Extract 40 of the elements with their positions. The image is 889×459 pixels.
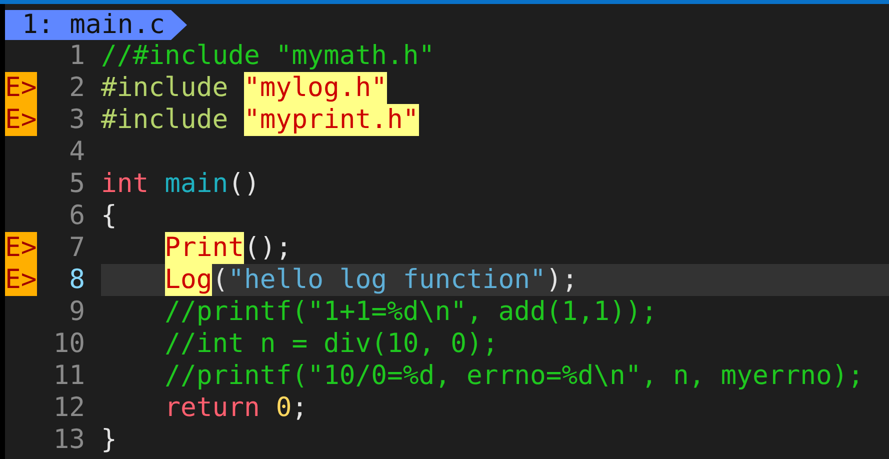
code-text: ( bbox=[212, 264, 228, 296]
preprocessor-directive: #include bbox=[101, 104, 230, 136]
error-highlight: "myprint.h" bbox=[244, 104, 419, 136]
line-number: 1 bbox=[68, 40, 85, 72]
code-keyword: int bbox=[101, 168, 150, 200]
code-text: ); bbox=[546, 264, 578, 296]
line-number: 4 bbox=[68, 136, 85, 168]
code-comment: //#include "mymath.h" bbox=[101, 40, 435, 72]
code-comment: //printf("1+1=%d\n", add(1,1)); bbox=[164, 296, 658, 328]
code-comment: //printf("10/0=%d, errno=%d\n", n, myerrno); bbox=[164, 360, 864, 392]
code-text: (); bbox=[244, 232, 292, 264]
error-sign: E> bbox=[5, 232, 37, 264]
code-text: } bbox=[101, 424, 117, 456]
line-number: 11 bbox=[52, 360, 85, 392]
code-text: ; bbox=[292, 392, 308, 424]
error-sign: E> bbox=[5, 264, 37, 296]
line-number: 7 bbox=[68, 232, 85, 264]
error-sign: E> bbox=[5, 72, 37, 104]
line-number: 8 bbox=[68, 264, 85, 296]
code-keyword: return bbox=[164, 392, 261, 424]
preprocessor-directive: #include bbox=[101, 72, 230, 104]
error-highlight: Print bbox=[164, 232, 244, 264]
code-text: () bbox=[228, 168, 260, 200]
error-sign: E> bbox=[5, 104, 37, 136]
code-text: { bbox=[101, 200, 117, 232]
buffer-tab[interactable]: 1: main.c bbox=[5, 10, 187, 40]
function-name: main bbox=[164, 168, 228, 200]
line-number: 5 bbox=[68, 168, 85, 200]
error-highlight: Log bbox=[164, 264, 212, 296]
line-number: 6 bbox=[68, 200, 85, 232]
number-literal: 0 bbox=[276, 392, 292, 424]
string-literal: "hello log function" bbox=[228, 264, 546, 296]
line-number: 10 bbox=[52, 328, 85, 360]
code-comment: //int n = div(10, 0); bbox=[164, 328, 498, 360]
line-number: 3 bbox=[68, 104, 85, 136]
line-number: 12 bbox=[52, 392, 85, 424]
line-number: 9 bbox=[68, 296, 85, 328]
line-number: 2 bbox=[68, 72, 85, 104]
error-highlight: "mylog.h" bbox=[244, 72, 387, 104]
line-number: 13 bbox=[52, 424, 85, 456]
